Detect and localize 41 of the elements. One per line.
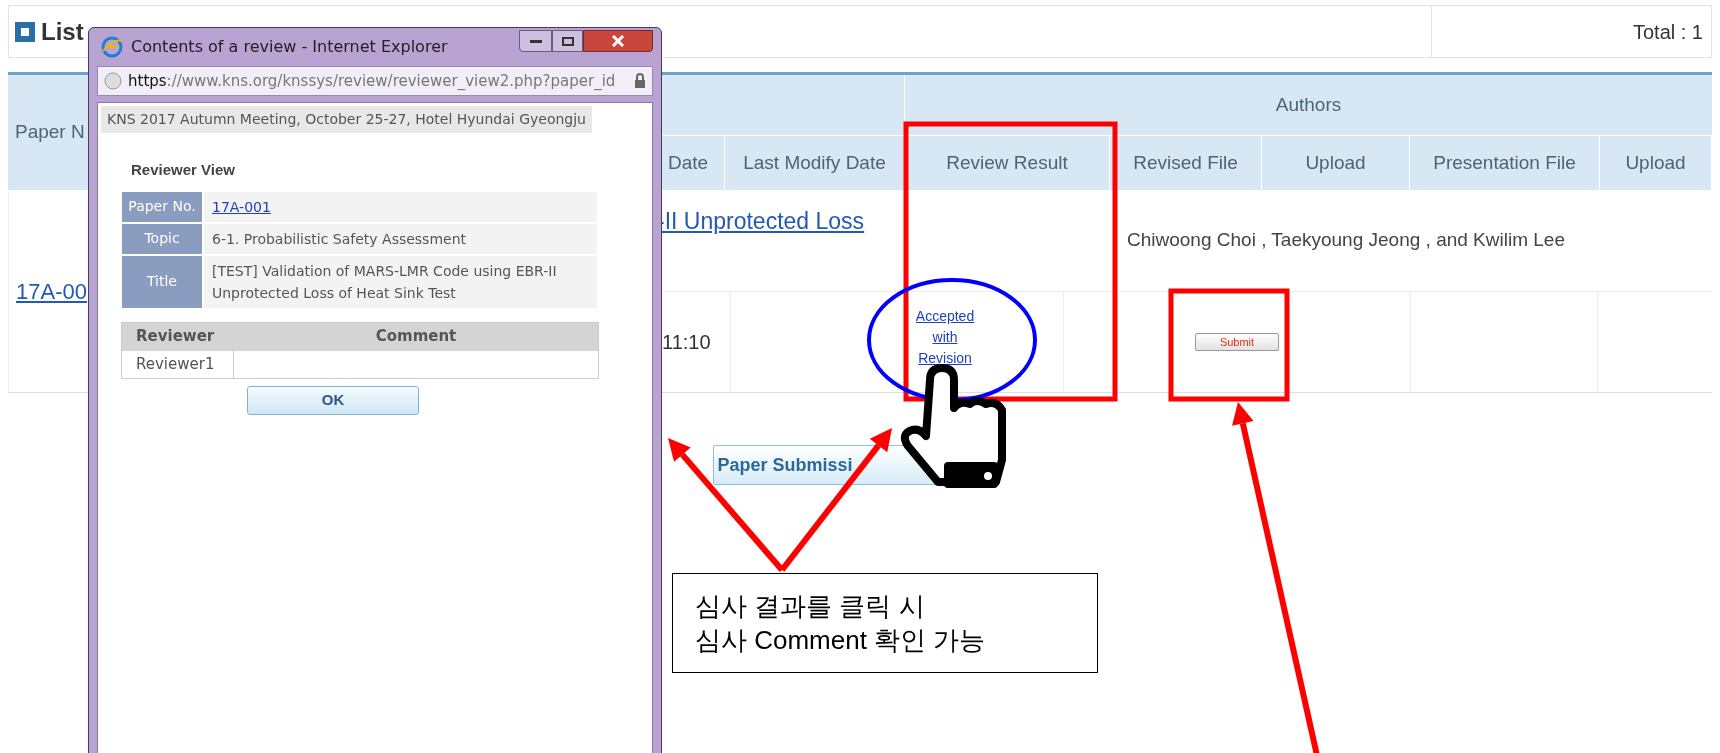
field-label: Topic <box>122 223 202 254</box>
callout-text: 심사 Comment 확인 가능 <box>695 624 987 657</box>
maximize-button[interactable] <box>552 30 583 52</box>
lock-icon <box>634 73 646 89</box>
window-title: Contents of a review - Internet Explorer <box>131 36 448 58</box>
field-value: [TEST] Validation of MARS-LMR Code using EBR-II Unprotected Loss of Heat Sink Test <box>212 262 557 301</box>
callout-text: 심사 결과를 클릭 시 <box>695 590 926 623</box>
page-title: List <box>41 16 84 47</box>
browser-logo-icon <box>101 36 123 58</box>
column-header: Presentation File <box>1410 136 1600 190</box>
close-button[interactable] <box>583 30 653 52</box>
submit-button[interactable]: Submit <box>1195 333 1279 351</box>
field-label: Paper No. <box>122 191 202 222</box>
column-header: Review Result <box>905 136 1110 190</box>
url-text: https://www.kns.org/knssys/review/reviewer_view2.php?paper_id <box>128 70 616 92</box>
address-bar[interactable]: https://www.kns.org/knssys/review/reviewer_view2.php?paper_id <box>97 66 653 96</box>
column-header: Revised File <box>1110 136 1262 190</box>
total-count: Total : 1 <box>1632 19 1703 45</box>
authors-text: Chiwoong Choi , Taekyoung Jeong , and Kwilim Lee <box>1127 228 1565 253</box>
meeting-banner: KNS 2017 Autumn Meeting, October 25-27, Hotel Hyundai Gyeongju <box>101 106 592 133</box>
column-header: Upload <box>1600 136 1712 190</box>
reviewer-view-heading: Reviewer View <box>131 160 236 180</box>
ok-button[interactable]: OK <box>247 385 419 415</box>
paper-number-link[interactable]: 17A-00 <box>16 274 87 308</box>
field-value: 6-1. Probabilistic Safety Assessment <box>212 230 467 247</box>
date-text: 11:10 <box>662 330 711 355</box>
section-bullet-icon <box>15 21 35 42</box>
minimize-button[interactable] <box>519 30 552 52</box>
column-header: Reviewer <box>135 326 216 348</box>
close-icon <box>611 35 625 47</box>
column-header: Authors <box>1274 92 1343 117</box>
column-header: Last Modify Date <box>725 136 905 190</box>
table-cell: Reviewer1 <box>122 350 234 378</box>
paper-number-link[interactable]: 17A-001 <box>212 198 271 215</box>
column-header: Paper N <box>14 120 86 145</box>
site-icon <box>104 72 122 90</box>
column-header: Comment <box>374 326 458 348</box>
field-label: Title <box>122 255 202 308</box>
hand-cursor-icon <box>900 364 1006 488</box>
review-result-link[interactable]: Accepted with Revision <box>905 305 985 369</box>
column-header: Upload <box>1262 136 1410 190</box>
